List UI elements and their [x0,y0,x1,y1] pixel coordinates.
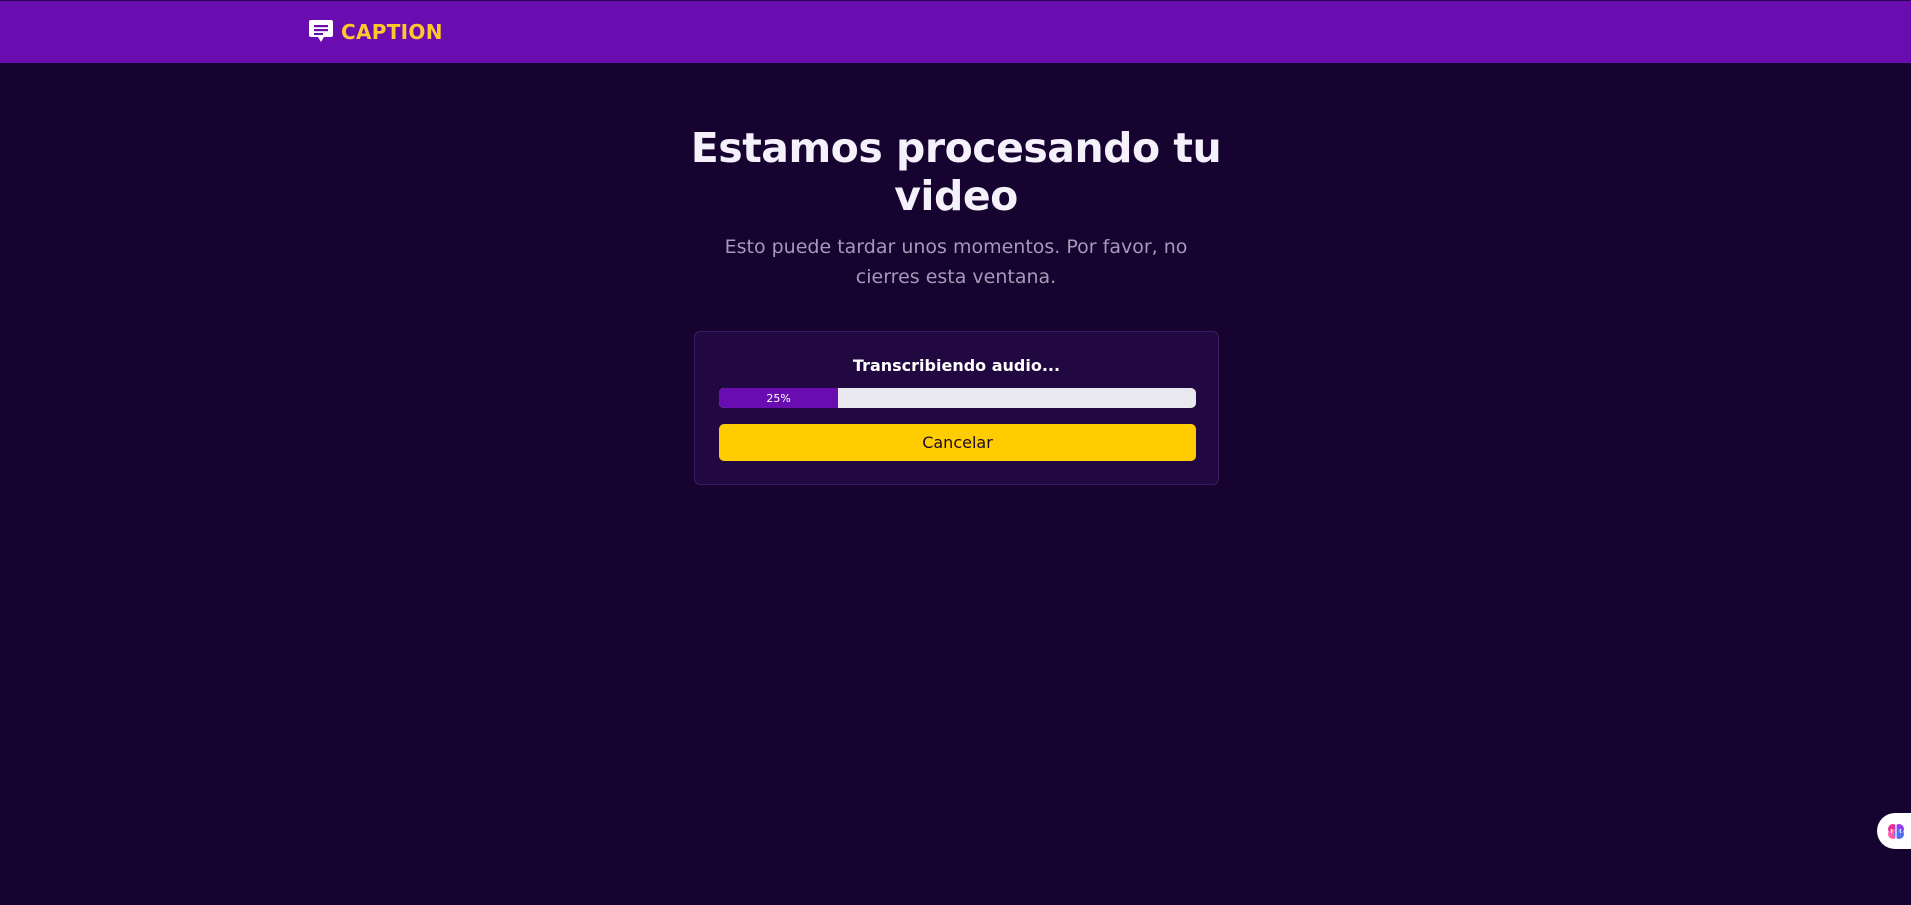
assistant-widget-button[interactable] [1877,813,1911,849]
brand-name: CAPTION [341,20,443,44]
progress-percent-label: 25% [766,391,791,405]
top-navigation-bar: CAPTION [0,0,1911,63]
caption-chat-icon [309,20,333,42]
progress-card: Transcribiendo audio... 25% Cancelar [694,331,1219,485]
page-subtitle: Esto puede tardar unos momentos. Por fav… [724,236,1188,288]
progress-bar: 25% [719,388,1196,408]
progress-status-text: Transcribiendo audio... [852,356,1061,375]
page-title: Estamos procesando tu video [690,124,1222,220]
brand-logo[interactable]: CAPTION [308,18,443,46]
brain-icon [1888,824,1904,839]
cancel-button[interactable]: Cancelar [719,424,1196,461]
progress-bar-fill: 25% [719,388,839,408]
